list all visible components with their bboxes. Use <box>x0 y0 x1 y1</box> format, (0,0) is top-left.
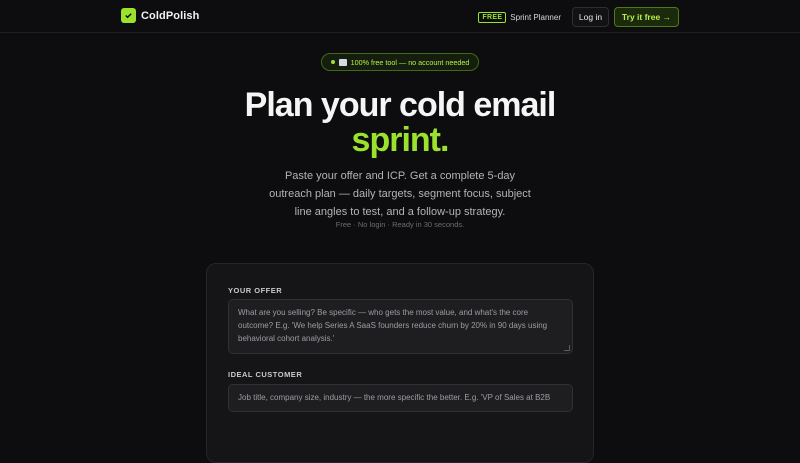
hero-subtitle: Paste your offer and ICP. Get a complete… <box>269 170 531 218</box>
nav-actions: FREE Sprint Planner Log in Try it free → <box>478 7 679 27</box>
sprint-planner-link[interactable]: Sprint Planner <box>510 13 561 22</box>
login-button[interactable]: Log in <box>572 7 609 27</box>
offer-placeholder: What are you selling? Be specific — who … <box>238 308 548 343</box>
keyboard-icon <box>338 58 347 66</box>
brand-name: ColdPolish <box>141 9 200 22</box>
logo-icon <box>121 8 136 23</box>
ideal-customer-label: IDEAL CUSTOMER <box>228 370 303 379</box>
resize-handle-icon[interactable] <box>564 345 570 351</box>
free-badge: FREE <box>478 11 507 23</box>
hero-title-line2: sprint. <box>351 121 450 159</box>
hero-title-line1: Plan your cold email <box>244 86 557 124</box>
free-tool-badge: 100% free tool — no account needed <box>321 53 479 71</box>
offer-label: YOUR OFFER <box>228 286 283 295</box>
sprint-form-card: YOUR OFFER What are you selling? Be spec… <box>206 263 594 463</box>
status-dot-icon <box>330 60 335 64</box>
try-free-button[interactable]: Try it free → <box>614 7 679 27</box>
offer-textarea[interactable]: What are you selling? Be specific — who … <box>228 299 573 354</box>
top-nav: ColdPolish FREE Sprint Planner Log in Tr… <box>0 0 800 33</box>
hero-meta: Free · No login · Ready in 30 seconds. <box>335 220 465 229</box>
brand-logo[interactable]: ColdPolish <box>121 8 199 23</box>
ideal-customer-input[interactable]: Job title, company size, industry — the … <box>228 384 573 412</box>
free-tool-badge-label: 100% free tool — no account needed <box>350 57 470 67</box>
